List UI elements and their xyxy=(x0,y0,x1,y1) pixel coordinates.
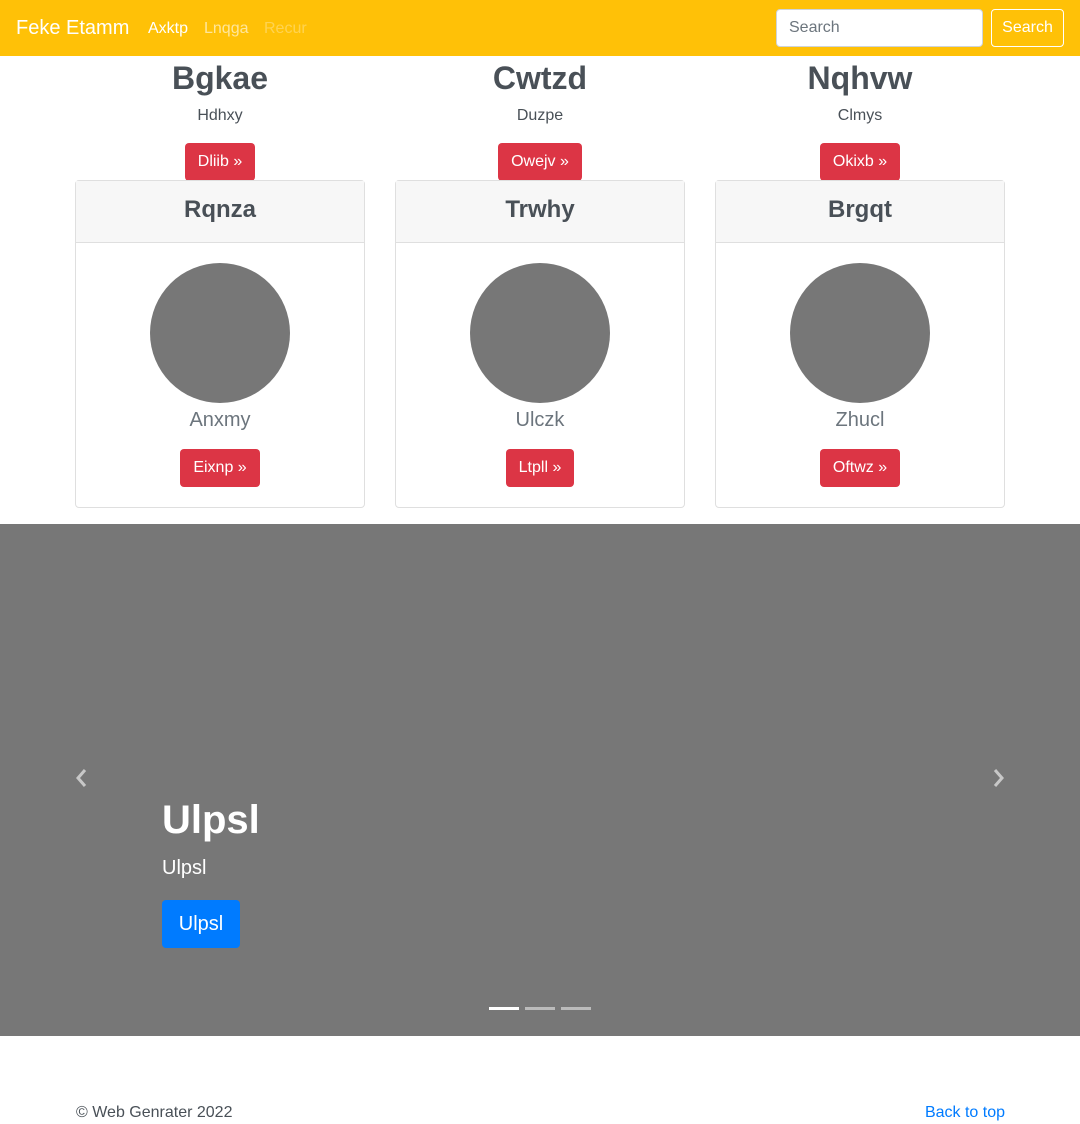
carousel-caption-button[interactable]: Ulpsl xyxy=(162,900,240,948)
search-button[interactable]: Search xyxy=(991,9,1064,47)
avatar xyxy=(150,263,290,403)
feature-button[interactable]: Okixb » xyxy=(819,143,901,181)
feature-column-2: Cwtzd Duzpe Owejv » xyxy=(395,56,685,181)
card-header: Trwhy xyxy=(396,181,684,243)
feature-button[interactable]: Owejv » xyxy=(498,143,582,181)
navbar-brand[interactable]: Feke Etamm xyxy=(16,16,129,40)
navbar: Feke Etamm Axktp Lnqga Recur Search xyxy=(0,0,1080,56)
feature-column-3: Nqhvw Clmys Okixb » xyxy=(715,56,1005,181)
carousel-indicator-2[interactable] xyxy=(525,1007,555,1010)
nav-link-axktp[interactable]: Axktp xyxy=(148,19,188,39)
search-input[interactable] xyxy=(776,9,983,47)
card-button[interactable]: Ltpll » xyxy=(505,449,575,487)
card-button[interactable]: Oftwz » xyxy=(819,449,901,487)
footer-copyright: © Web Genrater 2022 xyxy=(76,1104,233,1121)
feature-text: Duzpe xyxy=(516,107,564,124)
feature-title: Cwtzd xyxy=(492,60,588,96)
feature-title: Bgkae xyxy=(171,60,269,96)
profile-card-3: Brgqt Zhucl Oftwz » xyxy=(715,180,1005,508)
carousel-next-button[interactable] xyxy=(986,766,1010,790)
feature-text: Hdhxy xyxy=(197,107,243,124)
feature-button[interactable]: Dliib » xyxy=(184,143,256,181)
card-name: Ulczk xyxy=(515,409,565,431)
carousel-indicator-3[interactable] xyxy=(561,1007,591,1010)
carousel-caption-text: Ulpsl xyxy=(162,857,207,879)
nav-link-recur[interactable]: Recur xyxy=(264,19,307,39)
card-header: Brgqt xyxy=(716,181,1004,243)
carousel-prev-button[interactable] xyxy=(70,766,94,790)
profile-card-1: Rqnza Anxmy Eixnp » xyxy=(75,180,365,508)
card-button[interactable]: Eixnp » xyxy=(180,449,260,487)
avatar xyxy=(470,263,610,403)
feature-title: Nqhvw xyxy=(807,60,913,96)
card-header: Rqnza xyxy=(76,181,364,243)
card-name: Anxmy xyxy=(189,409,251,431)
profile-card-2: Trwhy Ulczk Ltpll » xyxy=(395,180,685,508)
chevron-right-icon xyxy=(993,769,1004,787)
chevron-left-icon xyxy=(76,769,87,787)
back-to-top-link[interactable]: Back to top xyxy=(925,1103,1005,1123)
avatar xyxy=(790,263,930,403)
feature-text: Clmys xyxy=(837,107,883,124)
card-name: Zhucl xyxy=(835,409,885,431)
feature-column-1: Bgkae Hdhxy Dliib » xyxy=(75,56,365,181)
carousel-caption-title: Ulpsl xyxy=(162,798,260,842)
carousel: Ulpsl Ulpsl Ulpsl xyxy=(0,524,1080,1036)
carousel-indicators xyxy=(489,1007,591,1010)
carousel-indicator-1[interactable] xyxy=(489,1007,519,1010)
nav-link-lnqga[interactable]: Lnqga xyxy=(204,19,249,39)
